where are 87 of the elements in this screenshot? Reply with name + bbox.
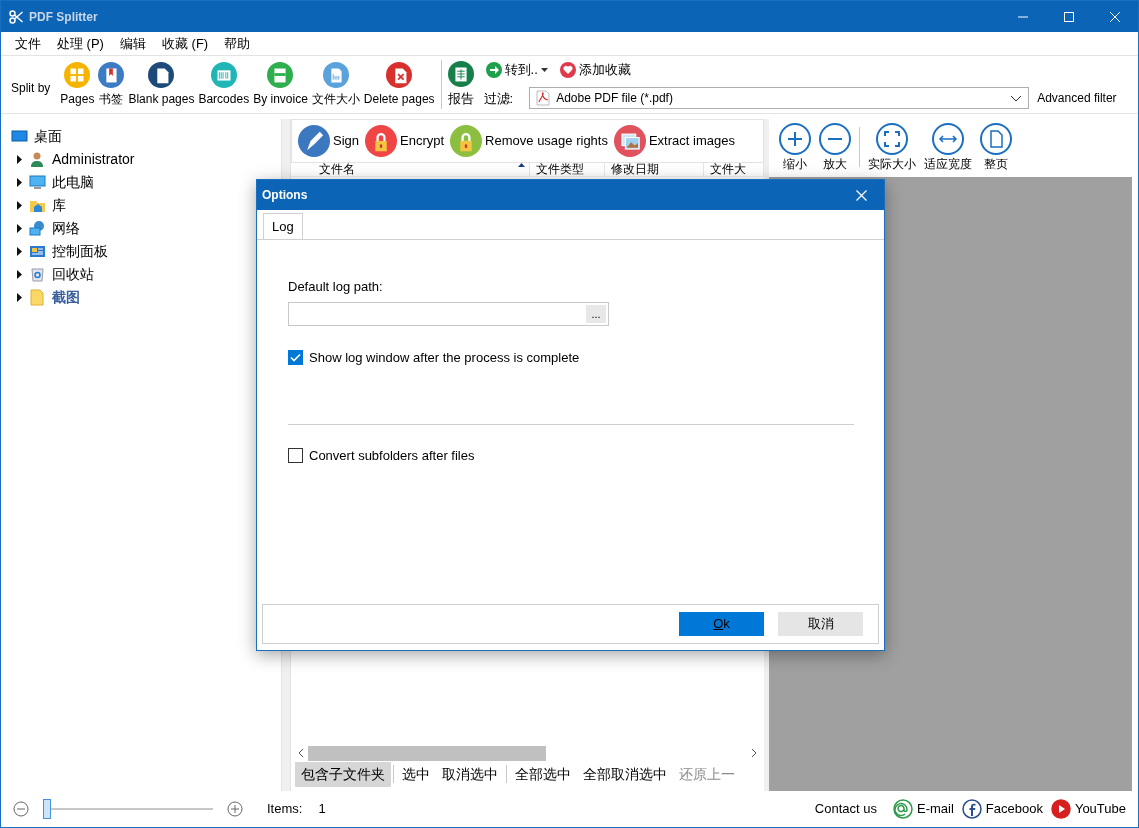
- split-by-label: Split by: [11, 79, 51, 97]
- tab[interactable]: Log: [263, 213, 303, 240]
- split-button[interactable]: 书签: [96, 61, 127, 108]
- split-button[interactable]: Delete pages: [361, 61, 437, 108]
- page-icon: [980, 123, 1012, 155]
- viewer-button[interactable]: 适应宽度: [920, 123, 976, 173]
- scroll-left-icon: [297, 748, 304, 758]
- split-button[interactable]: Barcodes: [196, 61, 252, 108]
- user-icon: [29, 151, 46, 168]
- ok-button[interactable]: Ok: [679, 612, 764, 636]
- viewer-button[interactable]: 整页: [976, 123, 1016, 173]
- fit-corners-icon: [876, 123, 908, 155]
- window-title: PDF Splitter: [29, 8, 98, 26]
- list-button[interactable]: 全部选中: [509, 761, 577, 787]
- checkbox[interactable]: [288, 350, 303, 366]
- scissors-icon: [9, 9, 23, 24]
- cancel-button[interactable]: 取消: [778, 612, 863, 636]
- filter-dropdown[interactable]: Adobe PDF file (*.pdf): [529, 87, 1030, 110]
- action-button[interactable]: Remove usage rights: [448, 125, 610, 157]
- desktop-icon: [11, 128, 28, 145]
- list-button[interactable]: 全部取消选中: [577, 761, 673, 787]
- column-header[interactable]: 文件类型: [530, 163, 605, 176]
- path-field[interactable]: ...: [288, 302, 609, 326]
- contact-link[interactable]: E-mail: [892, 799, 954, 819]
- action-button[interactable]: Sign: [296, 125, 362, 157]
- zoom-out-icon: [13, 801, 29, 817]
- dialog-title: Options: [262, 187, 308, 204]
- menu-item[interactable]: 帮助: [216, 33, 259, 54]
- report-button[interactable]: 报告: [445, 60, 476, 109]
- split-button[interactable]: By invoice: [251, 61, 310, 108]
- column-header[interactable]: 文件名: [291, 163, 530, 176]
- split-button[interactable]: Pages: [58, 61, 97, 108]
- viewer-button[interactable]: 实际大小: [864, 123, 920, 173]
- fit-width-icon: [932, 123, 964, 155]
- menu-item[interactable]: 编辑: [111, 33, 154, 54]
- zoom-in-icon: [227, 801, 243, 817]
- chevron-down-icon: [1010, 94, 1023, 102]
- recycle-bin-icon: [29, 266, 46, 283]
- items-count: 1: [318, 800, 326, 819]
- items-label: Items:: [267, 800, 303, 819]
- favorite-button[interactable]: 添加收藏: [557, 59, 633, 80]
- maximize-icon[interactable]: [1064, 11, 1074, 22]
- tree-item[interactable]: 桌面: [34, 126, 62, 147]
- list-button[interactable]: 取消选中: [436, 761, 504, 787]
- menu-item[interactable]: 处理 (P): [49, 33, 112, 54]
- action-button[interactable]: Encrypt: [363, 125, 447, 157]
- menu-item[interactable]: 文件: [7, 33, 49, 54]
- scrollbar-thumb[interactable]: [308, 745, 546, 761]
- tree-item[interactable]: Administrator: [52, 149, 135, 170]
- close-icon[interactable]: [855, 189, 867, 201]
- slider-thumb[interactable]: [43, 799, 51, 819]
- goto-button[interactable]: 转到..: [483, 59, 550, 80]
- list-button[interactable]: 选中: [396, 761, 436, 787]
- pdf-icon: [536, 90, 551, 107]
- menu-item[interactable]: 收藏 (F): [153, 33, 217, 54]
- checkbox[interactable]: [288, 447, 303, 463]
- split-button[interactable]: 文件大小: [309, 61, 362, 108]
- filter-label: 过滤:: [483, 89, 514, 108]
- checkbox-label: Show log window after the process is complete: [309, 349, 580, 367]
- scroll-right-icon: [751, 748, 758, 758]
- caret-icon: [540, 67, 548, 72]
- advanced-filter-link[interactable]: Advanced filter: [1037, 89, 1117, 108]
- list-button[interactable]: 包含子文件夹: [295, 761, 391, 787]
- checkbox-label: Convert subfolders after files: [309, 446, 475, 465]
- control-panel-icon: [29, 243, 46, 260]
- tree-item[interactable]: 回收站: [52, 264, 94, 285]
- split-button[interactable]: Blank pages: [126, 61, 197, 108]
- zoom-out-icon: [819, 123, 851, 155]
- field-label: Default log path:: [288, 277, 384, 296]
- viewer-button[interactable]: 缩小: [775, 123, 815, 173]
- tree-item[interactable]: 网络: [52, 218, 80, 239]
- network-icon: [29, 220, 46, 237]
- viewer-button[interactable]: 放大: [815, 123, 855, 173]
- tree-item[interactable]: 控制面板: [52, 241, 108, 262]
- tree-item[interactable]: 库: [52, 195, 66, 216]
- contact-link[interactable]: Facebook: [961, 799, 1043, 819]
- column-header[interactable]: 修改日期: [604, 163, 705, 176]
- tree-item[interactable]: 截图: [52, 287, 80, 308]
- action-button[interactable]: Extract images: [611, 125, 737, 157]
- close-icon[interactable]: [1110, 11, 1120, 22]
- folder-icon: [29, 289, 46, 306]
- monitor-icon: [29, 174, 46, 191]
- tree-item[interactable]: 此电脑: [52, 172, 94, 193]
- contact-link[interactable]: YouTube: [1050, 799, 1126, 819]
- browse-button[interactable]: ...: [586, 305, 606, 323]
- zoom-in-icon: [779, 123, 811, 155]
- contact-label: Contact us: [814, 800, 877, 819]
